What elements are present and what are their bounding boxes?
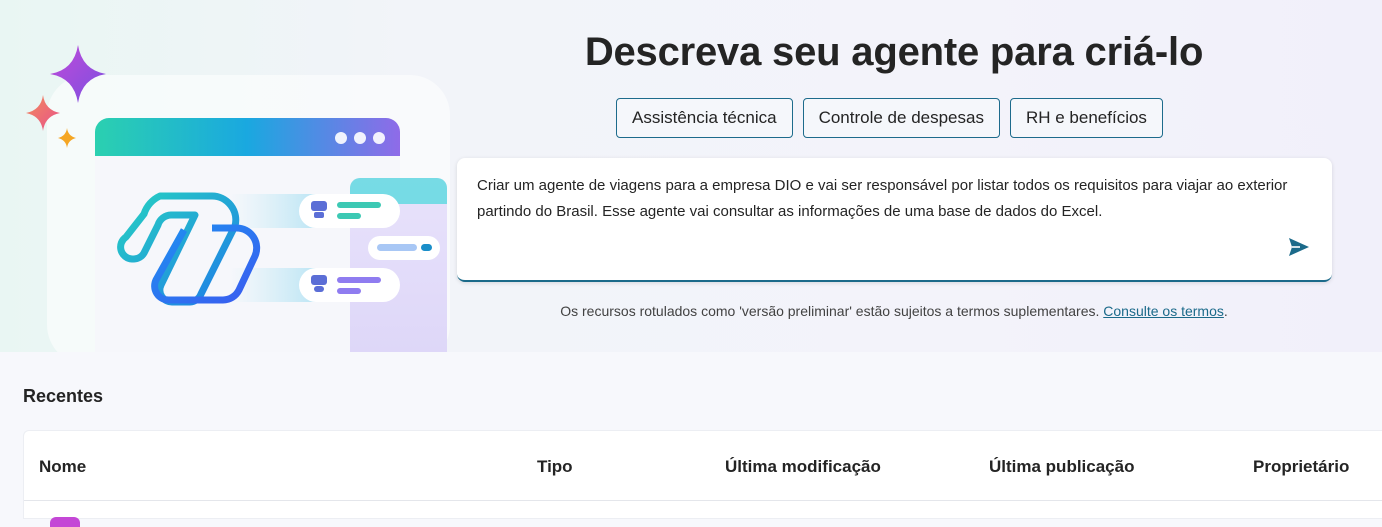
column-header-proprietario[interactable]: Proprietário [1253, 457, 1349, 477]
terms-text: Os recursos rotulados como 'versão preli… [560, 303, 1104, 319]
chip-assistencia-tecnica[interactable]: Assistência técnica [616, 98, 793, 138]
column-header-nome[interactable]: Nome [39, 457, 86, 477]
agent-description-text[interactable]: Criar um agente de viagens para a empres… [477, 173, 1307, 225]
chip-rh-e-beneficios[interactable]: RH e benefícios [1009, 98, 1163, 138]
terms-suffix: . [1223, 303, 1228, 319]
column-header-ultima-modificacao[interactable]: Última modificação [725, 457, 881, 477]
column-header-ultima-publicacao[interactable]: Última publicação [989, 457, 1134, 477]
recentes-heading: Recentes [23, 386, 104, 406]
terms-notice: Os recursos rotulados como 'versão preli… [456, 303, 1332, 319]
terms-link[interactable]: Consulte os termos [1103, 303, 1224, 319]
recentes-table: Nome Tipo Última modificação Última publ… [23, 430, 1382, 527]
send-icon [1289, 238, 1309, 256]
hero-section: Descreva seu agente para criá-lo Assistê… [0, 0, 1382, 352]
column-header-tipo[interactable]: Tipo [537, 457, 573, 477]
send-button[interactable] [1286, 234, 1312, 260]
agent-description-input[interactable]: Criar um agente de viagens para a empres… [457, 158, 1332, 282]
suggestion-chips: Assistência técnica Controle de despesas… [616, 98, 1163, 138]
table-header: Nome Tipo Última modificação Última publ… [24, 431, 1382, 501]
copilot-agent-illustration [26, 45, 450, 352]
chip-controle-de-despesas[interactable]: Controle de despesas [802, 98, 1000, 138]
page-title: Descreva seu agente para criá-lo [584, 30, 1204, 74]
